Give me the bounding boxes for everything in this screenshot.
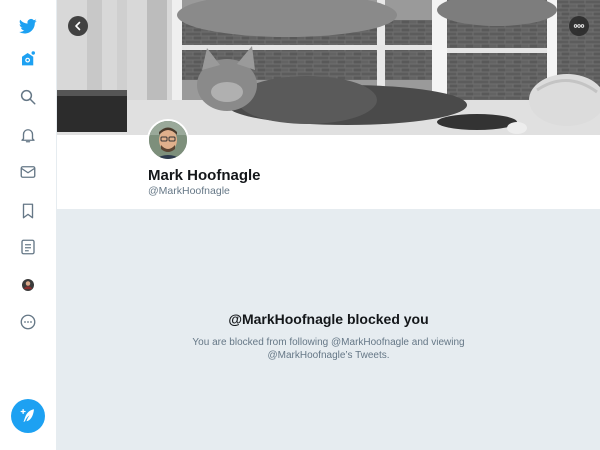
list-icon[interactable] — [17, 236, 39, 258]
search-icon[interactable] — [17, 86, 39, 108]
profile-avatar-icon[interactable] — [17, 274, 39, 296]
bell-icon[interactable] — [17, 124, 39, 146]
bookmark-icon[interactable] — [17, 200, 39, 222]
compose-feather-icon — [20, 408, 34, 422]
profile-header: Mark Hoofnagle @MarkHoofnagle — [57, 119, 600, 210]
main-content: Mark Hoofnagle @MarkHoofnagle @MarkHoofn… — [57, 0, 600, 450]
back-arrow-icon — [75, 21, 81, 31]
compose-tweet-button[interactable] — [11, 399, 45, 433]
avatar-photo — [149, 121, 187, 159]
home-icon[interactable] — [17, 48, 39, 70]
sidebar-nav — [0, 0, 57, 450]
twitter-logo-icon[interactable] — [17, 15, 39, 37]
more-icon[interactable] — [17, 311, 39, 333]
blocked-title: @MarkHoofnagle blocked you — [228, 311, 429, 327]
profile-name: Mark Hoofnagle — [148, 167, 261, 184]
blocked-notice: @MarkHoofnagle blocked you You are block… — [57, 210, 600, 450]
banner-photo — [57, 0, 600, 135]
more-dots-icon — [573, 24, 585, 28]
profile-avatar[interactable] — [147, 119, 189, 161]
back-button[interactable] — [68, 16, 88, 36]
more-options-button[interactable] — [569, 16, 589, 36]
profile-handle: @MarkHoofnagle — [148, 185, 230, 197]
mail-icon[interactable] — [17, 161, 39, 183]
header-banner-image — [57, 0, 600, 135]
blocked-message: You are blocked from following @MarkHoof… — [192, 337, 465, 361]
